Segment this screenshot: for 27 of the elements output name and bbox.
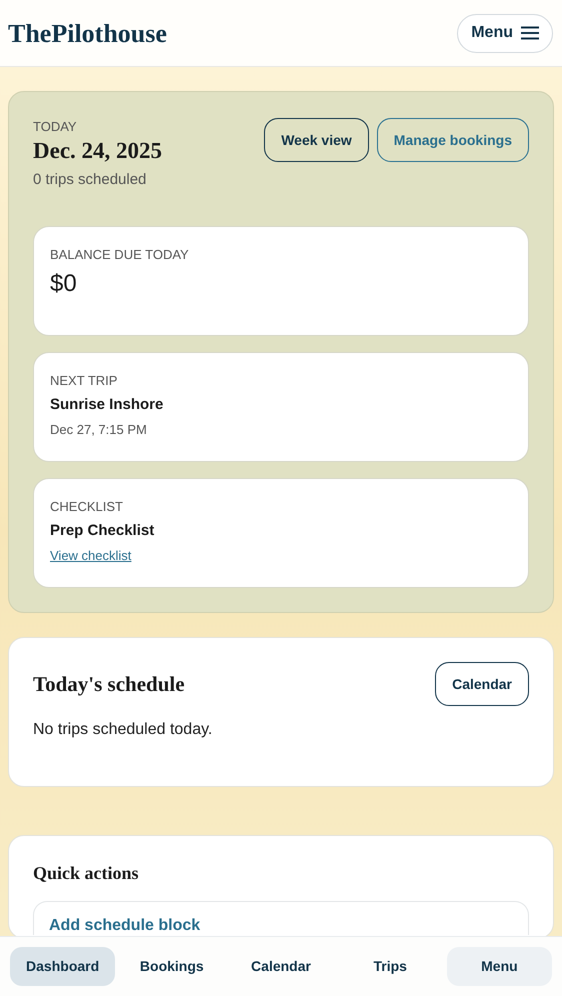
calendar-button[interactable]: Calendar: [435, 662, 529, 706]
trip-count: 0 trips scheduled: [33, 170, 148, 190]
nav-tab[interactable]: Trips: [338, 947, 443, 986]
quick-action-card[interactable]: Add schedule block: [33, 901, 529, 935]
menu-nav-button[interactable]: Menu: [446, 947, 552, 986]
manage-bookings-button[interactable]: Manage bookings: [376, 118, 529, 162]
card-label: NEXT TRIP: [50, 372, 118, 390]
week-view-button[interactable]: Week view: [264, 118, 369, 162]
section-heading: Quick actions: [33, 862, 140, 885]
section-label: TODAY: [33, 118, 78, 136]
menu-button[interactable]: Menu: [457, 14, 553, 52]
view-checklist-link[interactable]: View checklist: [50, 546, 132, 566]
date-heading: Dec. 24, 2025: [33, 136, 162, 164]
balance-amount: $0: [50, 268, 78, 298]
nav-tab[interactable]: Dashboard: [10, 947, 116, 986]
trip-time: Dec 27, 7:15 PM: [50, 421, 148, 439]
checklist-name: Prep Checklist: [50, 520, 156, 540]
section-heading: Today's schedule: [33, 671, 185, 698]
empty-message: No trips scheduled today.: [33, 720, 214, 740]
nav-tab[interactable]: Bookings: [119, 947, 224, 986]
menu-icon: [521, 26, 539, 40]
nav-tab[interactable]: Calendar: [228, 947, 334, 986]
action-title: Add schedule block: [49, 916, 202, 936]
card-label: CHECKLIST: [50, 498, 124, 516]
card-label: BALANCE DUE TODAY: [50, 246, 190, 264]
trip-name: Sunrise Inshore: [50, 394, 164, 414]
logo-text[interactable]: ThePilothouse: [8, 14, 167, 52]
